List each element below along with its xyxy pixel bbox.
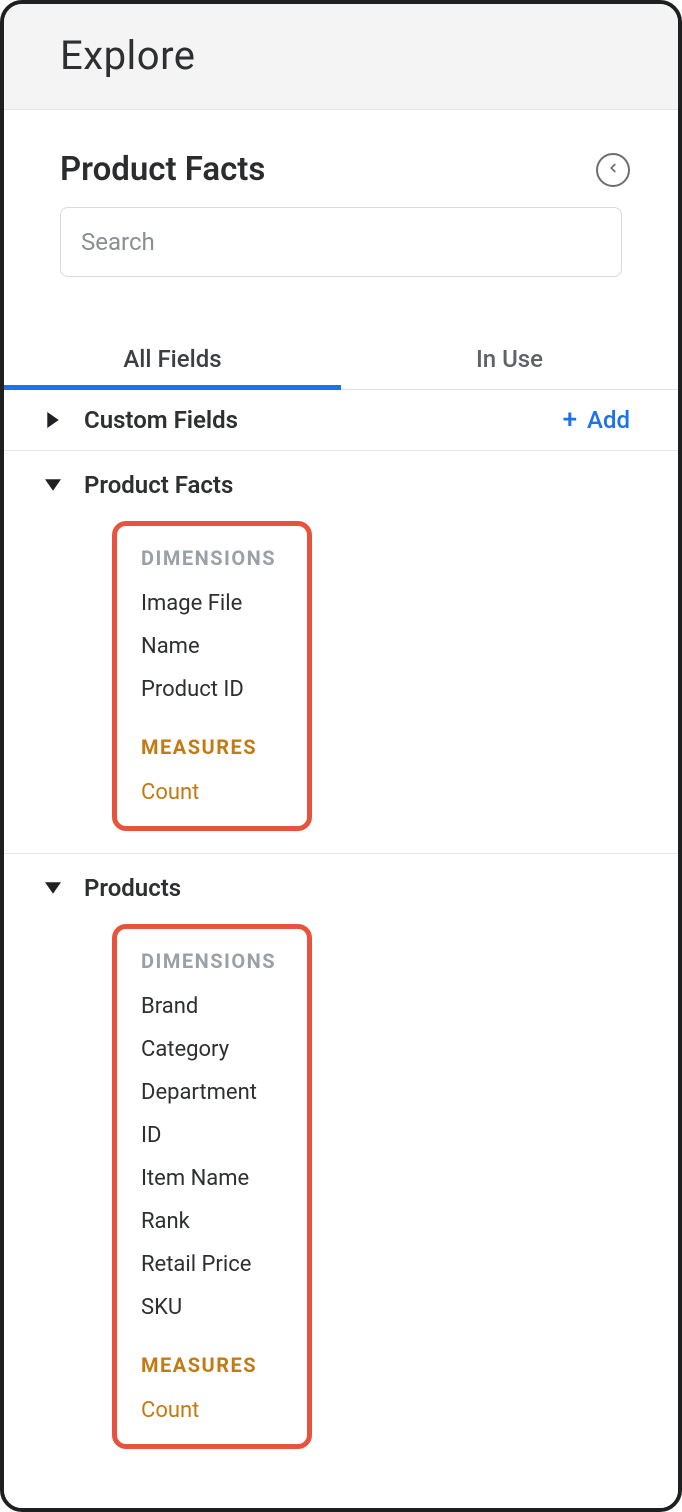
group-header[interactable]: Product Facts	[4, 451, 678, 513]
fields-box-highlight: DIMENSIONS Brand Category Department ID …	[112, 924, 312, 1449]
dimensions-heading: DIMENSIONS	[141, 949, 307, 973]
dimension-field[interactable]: Product ID	[141, 668, 307, 711]
dimension-field[interactable]: Category	[141, 1028, 307, 1071]
chevron-left-icon	[606, 160, 620, 179]
tab-all-fields[interactable]: All Fields	[4, 333, 341, 389]
field-tabs: All Fields In Use	[4, 333, 678, 390]
field-group-product-facts: Product Facts DIMENSIONS Image File Name…	[4, 451, 678, 854]
explore-panel: Explore Product Facts All Fields In Use …	[0, 0, 682, 1512]
dimensions-heading: DIMENSIONS	[141, 546, 307, 570]
explore-header: Product Facts	[4, 110, 678, 207]
panel-content: Product Facts All Fields In Use Custom F…	[4, 110, 678, 1508]
explore-name: Product Facts	[60, 150, 265, 189]
group-title: Product Facts	[84, 471, 233, 499]
fields-box-highlight: DIMENSIONS Image File Name Product ID ME…	[112, 521, 312, 831]
dimension-field[interactable]: ID	[141, 1114, 307, 1157]
dimension-field[interactable]: Rank	[141, 1200, 307, 1243]
panel-title: Explore	[60, 32, 638, 79]
dimension-field[interactable]: Brand	[141, 985, 307, 1028]
dimension-field[interactable]: SKU	[141, 1286, 307, 1329]
plus-icon: +	[563, 407, 577, 433]
collapse-button[interactable]	[596, 153, 630, 187]
panel-header: Explore	[4, 4, 678, 110]
measure-field[interactable]: Count	[141, 1389, 307, 1432]
tab-in-use[interactable]: In Use	[341, 333, 678, 389]
measures-heading: MEASURES	[141, 1353, 307, 1377]
dimension-field[interactable]: Retail Price	[141, 1243, 307, 1286]
dimension-field[interactable]: Department	[141, 1071, 307, 1114]
measures-heading: MEASURES	[141, 735, 307, 759]
dimension-field[interactable]: Image File	[141, 582, 307, 625]
field-list: Custom Fields + Add Product Facts DIMENS…	[4, 390, 678, 1508]
add-label: Add	[587, 406, 630, 434]
dimension-field[interactable]: Item Name	[141, 1157, 307, 1200]
group-title: Products	[84, 874, 181, 902]
caret-down-icon[interactable]	[44, 479, 62, 491]
caret-right-icon[interactable]	[44, 412, 62, 428]
dimension-field[interactable]: Name	[141, 625, 307, 668]
group-header[interactable]: Products	[4, 854, 678, 916]
search-wrap	[4, 207, 678, 283]
caret-down-icon[interactable]	[44, 882, 62, 894]
measure-field[interactable]: Count	[141, 771, 307, 814]
field-group-products: Products DIMENSIONS Brand Category Depar…	[4, 854, 678, 1471]
custom-fields-row[interactable]: Custom Fields + Add	[4, 390, 678, 451]
search-input[interactable]	[60, 207, 622, 277]
add-custom-field-button[interactable]: + Add	[563, 406, 630, 434]
custom-fields-label: Custom Fields	[84, 406, 563, 434]
